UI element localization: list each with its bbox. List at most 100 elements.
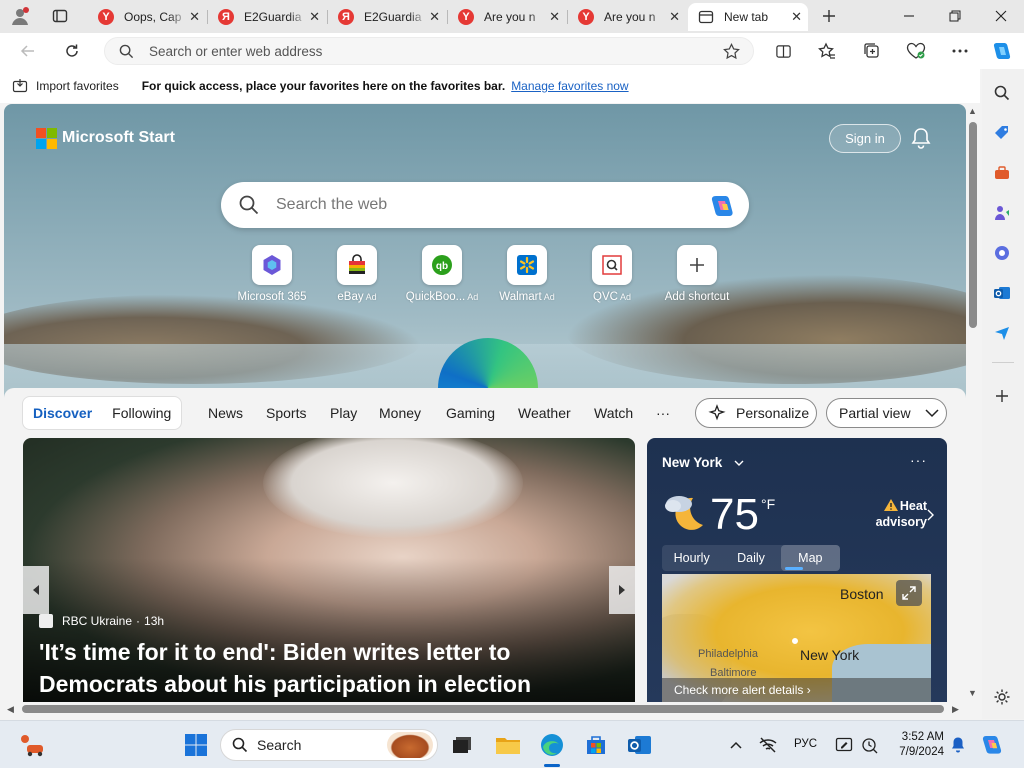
microsoft-365-icon[interactable] [991, 242, 1013, 264]
edge-taskbar-icon[interactable] [538, 731, 566, 759]
view-mode-dropdown[interactable]: Partial view [826, 398, 947, 428]
web-search-input[interactable] [276, 196, 686, 214]
weather-location[interactable]: New York [662, 455, 744, 470]
tab-actions-icon[interactable] [46, 4, 74, 28]
close-tab-icon[interactable]: ✕ [791, 9, 802, 25]
add-shortcut-button[interactable]: Add shortcut [652, 245, 742, 303]
more-tabs-button[interactable]: ··· [656, 405, 670, 421]
address-input[interactable] [149, 42, 709, 60]
copilot-icon[interactable] [990, 39, 1014, 63]
scroll-right-arrow-icon[interactable]: ▶ [952, 704, 959, 715]
close-tab-icon[interactable]: ✕ [669, 9, 680, 25]
file-explorer-icon[interactable] [494, 731, 522, 759]
headline[interactable]: 'It’s time for it to end': Biden writes … [39, 636, 619, 700]
favorite-star-icon[interactable] [723, 42, 740, 65]
microsoft-start-brand[interactable]: Microsoft Start [36, 128, 175, 149]
tools-icon[interactable] [991, 162, 1013, 184]
manage-favorites-link[interactable]: Manage favorites now [511, 79, 628, 93]
sidebar-settings-icon[interactable] [991, 686, 1013, 708]
refresh-icon[interactable] [60, 39, 84, 63]
quick-link-qvc[interactable]: QVC Ad [567, 245, 657, 303]
carousel-next-button[interactable] [609, 566, 635, 614]
carousel-prev-button[interactable] [23, 566, 49, 614]
close-tab-icon[interactable]: ✕ [309, 9, 320, 25]
vertical-scrollbar[interactable]: ▲ ▼ [966, 104, 980, 702]
tab-gaming[interactable]: Gaming [446, 405, 495, 421]
quick-link-walmart[interactable]: Walmart Ad [482, 245, 572, 303]
horizontal-scroll-thumb[interactable] [22, 705, 944, 713]
vertical-scroll-thumb[interactable] [969, 122, 977, 328]
expand-map-icon[interactable] [896, 580, 922, 606]
collections-icon[interactable] [860, 39, 884, 63]
tab-5[interactable]: Y Are you n ✕ [568, 3, 686, 31]
heat-advisory-alert[interactable]: Heat advisory [857, 498, 927, 530]
import-favorites-button[interactable]: Import favorites [36, 79, 119, 93]
weather-more-options-icon[interactable]: ··· [910, 452, 927, 468]
system-clock[interactable]: 3:52 AM 7/9/2024 [892, 730, 944, 760]
import-favorites-icon[interactable] [12, 78, 28, 97]
weather-widget-icon[interactable] [18, 731, 46, 759]
more-options-icon[interactable] [948, 39, 972, 63]
games-icon[interactable] [991, 202, 1013, 224]
focus-clock-icon[interactable] [856, 731, 884, 759]
profile-icon[interactable] [6, 4, 34, 28]
tab-4[interactable]: Y Are you n ✕ [448, 3, 566, 31]
close-tab-icon[interactable]: ✕ [429, 9, 440, 25]
drop-icon[interactable] [991, 322, 1013, 344]
quick-link-microsoft-365[interactable]: Microsoft 365 [227, 245, 317, 303]
restore-icon[interactable] [932, 0, 978, 32]
new-tab-plus-icon[interactable] [815, 4, 843, 28]
windows-start-icon[interactable] [182, 731, 210, 759]
favorites-icon[interactable] [815, 39, 839, 63]
tab-1[interactable]: Y Oops, Cap ✕ [88, 3, 206, 31]
tab-money[interactable]: Money [379, 405, 421, 421]
microsoft-store-icon[interactable] [582, 731, 610, 759]
close-tab-icon[interactable]: ✕ [549, 9, 560, 25]
add-sidebar-app-icon[interactable] [991, 385, 1013, 407]
tab-2[interactable]: Я E2Guardia ✕ [208, 3, 326, 31]
tab-discover[interactable]: Discover [23, 405, 102, 421]
input-language-indicator[interactable]: РУС [794, 738, 817, 750]
quick-link-ebay[interactable]: eBay Ad [312, 245, 402, 303]
show-hidden-icons-chevron-icon[interactable] [722, 731, 750, 759]
scroll-up-arrow-icon[interactable]: ▲ [968, 106, 977, 116]
close-tab-icon[interactable]: ✕ [189, 9, 200, 25]
address-bar[interactable] [104, 37, 754, 65]
taskbar-search[interactable]: Search [220, 729, 438, 761]
shopping-tag-icon[interactable] [991, 122, 1013, 144]
copilot-taskbar-icon[interactable] [978, 731, 1006, 759]
scroll-left-arrow-icon[interactable]: ◀ [7, 704, 14, 715]
tab-daily[interactable]: Daily [721, 545, 780, 571]
check-alert-details-link[interactable]: Check more alert details › [662, 678, 931, 702]
notification-bell-icon[interactable] [944, 731, 972, 759]
quick-link-quickbooks[interactable]: qb QuickBoo... Ad [397, 245, 487, 303]
tab-sports[interactable]: Sports [266, 405, 306, 421]
notifications-bell-icon[interactable] [910, 126, 932, 150]
personalize-button[interactable]: Personalize [695, 398, 817, 428]
sign-in-button[interactable]: Sign in [829, 124, 901, 153]
hero-news-card[interactable]: RBC Ukraine · 13h 'It’s time for it to e… [23, 438, 635, 702]
tab-hourly[interactable]: Hourly [662, 545, 721, 571]
tab-following[interactable]: Following [102, 405, 181, 421]
split-screen-icon[interactable] [771, 39, 795, 63]
tab-watch[interactable]: Watch [594, 405, 633, 421]
chevron-right-icon[interactable] [927, 508, 934, 526]
minimize-icon[interactable] [886, 0, 932, 32]
network-disconnected-icon[interactable] [754, 731, 782, 759]
task-view-icon[interactable] [448, 731, 476, 759]
web-search-box[interactable] [221, 182, 749, 228]
pen-tablet-icon[interactable] [830, 731, 858, 759]
weather-card[interactable]: New York ··· 75 °F Heat advisory Hourly … [647, 438, 947, 702]
tab-news[interactable]: News [208, 405, 243, 421]
sidebar-search-icon[interactable] [991, 82, 1013, 104]
browser-essentials-icon[interactable] [904, 39, 928, 63]
tab-play[interactable]: Play [330, 405, 357, 421]
horizontal-scrollbar[interactable]: ◀ ▶ [4, 702, 966, 716]
copilot-icon[interactable] [708, 192, 736, 220]
tab-new-tab[interactable]: New tab ✕ [688, 3, 808, 31]
scroll-down-arrow-icon[interactable]: ▼ [968, 688, 977, 698]
tab-weather[interactable]: Weather [518, 405, 571, 421]
outlook-icon[interactable] [991, 282, 1013, 304]
outlook-taskbar-icon[interactable] [626, 731, 654, 759]
tab-3[interactable]: Я E2Guardia ✕ [328, 3, 446, 31]
